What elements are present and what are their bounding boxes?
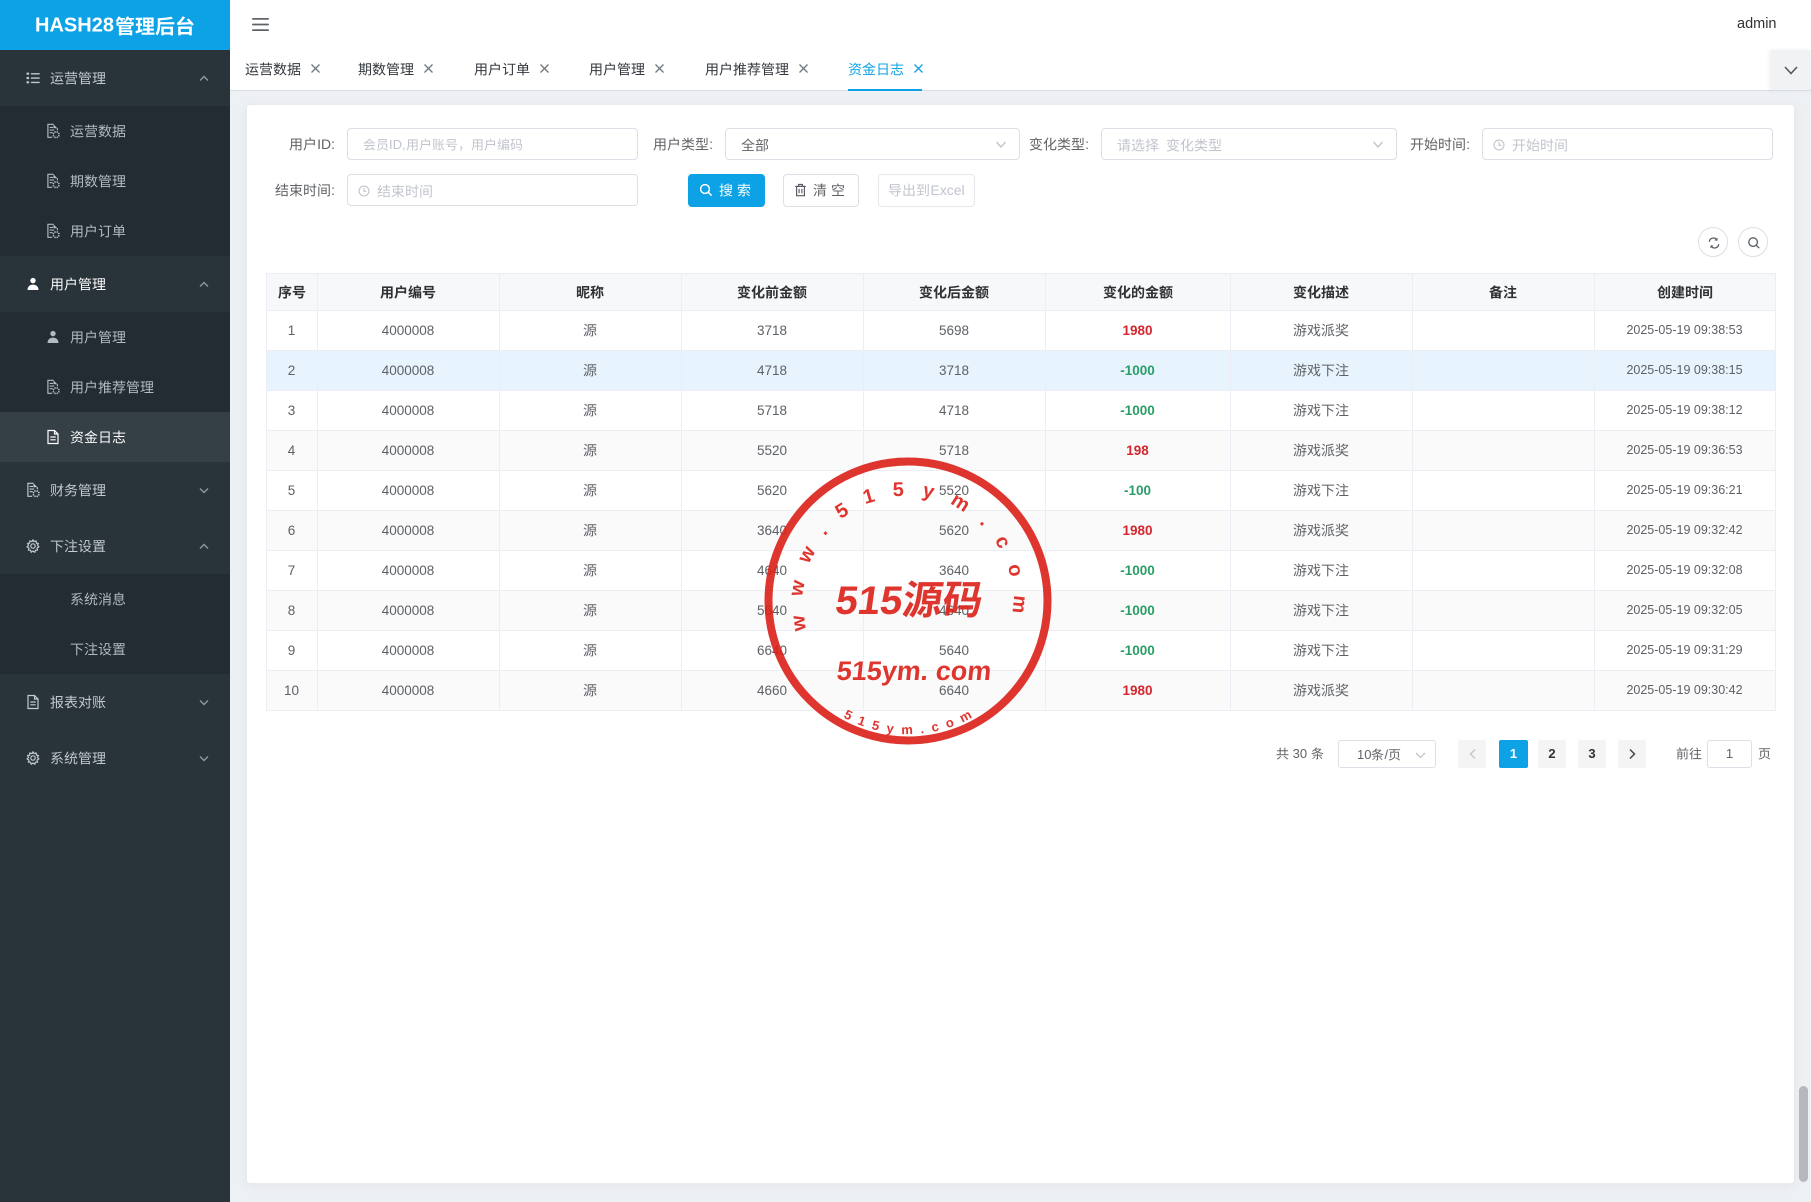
svg-text:515: 515	[833, 578, 906, 623]
svg-text:515ym. com: 515ym. com	[835, 655, 993, 686]
